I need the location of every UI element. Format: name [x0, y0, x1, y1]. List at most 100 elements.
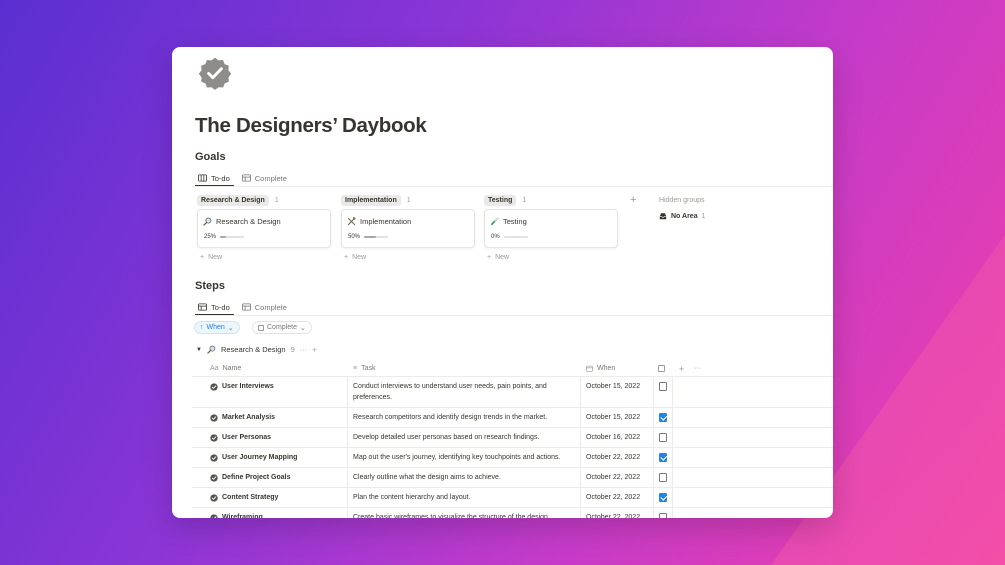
cell-when[interactable]: October 16, 2022: [581, 428, 654, 447]
board-column-header-testing[interactable]: Testing 1: [484, 195, 526, 206]
new-card-button-research[interactable]: + New: [200, 254, 222, 261]
complete-checkbox[interactable]: [659, 513, 667, 518]
cell-complete: [654, 408, 673, 427]
lines-icon: ≡: [353, 365, 358, 372]
goal-card-testing[interactable]: Testing 0%: [484, 209, 618, 248]
card-title-row: Research & Design: [203, 217, 281, 226]
cell-when[interactable]: October 22, 2022: [581, 508, 654, 518]
cell-name[interactable]: Market Analysis: [192, 408, 348, 427]
cell-task[interactable]: Clearly outline what the design aims to …: [348, 468, 581, 487]
progress-bar: [220, 236, 245, 238]
verified-badge-icon[interactable]: [198, 56, 232, 90]
table-icon: [241, 174, 251, 182]
hidden-group-no-area[interactable]: No Area 1: [659, 212, 706, 220]
cell-task[interactable]: Conduct interviews to understand user ne…: [348, 377, 581, 407]
cell-when[interactable]: October 22, 2022: [581, 488, 654, 507]
tab-goals-complete[interactable]: Complete: [238, 171, 291, 185]
board-column-header-research[interactable]: Research & Design 1: [197, 195, 279, 206]
cell-task[interactable]: Develop detailed user personas based on …: [348, 428, 581, 447]
tab-goals-todo[interactable]: To-do: [194, 171, 234, 185]
goal-card-implementation[interactable]: Implementation 50%: [341, 209, 475, 248]
column-header-when[interactable]: When: [581, 361, 654, 376]
new-card-button-testing[interactable]: + New: [487, 254, 509, 261]
cell-empty: [673, 377, 833, 407]
progress-bar: [503, 236, 528, 238]
cell-when[interactable]: October 15, 2022: [581, 408, 654, 427]
cell-task[interactable]: Research competitors and identify design…: [348, 408, 581, 427]
goals-heading[interactable]: Goals: [195, 151, 226, 163]
cell-name[interactable]: Content Strategy: [192, 488, 348, 507]
more-icon[interactable]: ···: [694, 365, 701, 372]
tab-steps-todo[interactable]: To-do: [194, 300, 234, 314]
page-title[interactable]: The Designers’ Daybook: [195, 114, 427, 138]
cell-task[interactable]: Create basic wireframes to visualize the…: [348, 508, 581, 518]
add-row-button[interactable]: +: [312, 345, 316, 354]
plus-icon: +: [487, 254, 492, 261]
table-row[interactable]: User Interviews Conduct interviews to und…: [192, 377, 833, 408]
progress-bar: [364, 236, 389, 238]
row-name: User Personas: [222, 434, 272, 441]
filter-complete-button[interactable]: Complete ⌄: [252, 321, 312, 334]
new-label: New: [208, 254, 223, 261]
steps-heading[interactable]: Steps: [195, 280, 225, 292]
add-property-button[interactable]: +: [679, 364, 684, 374]
more-icon[interactable]: ···: [300, 345, 308, 354]
card-title: Testing: [503, 217, 527, 226]
cell-name[interactable]: User Journey Mapping: [192, 448, 348, 467]
complete-checkbox[interactable]: [659, 433, 667, 442]
complete-checkbox[interactable]: [659, 473, 667, 482]
progress-label: 25%: [204, 234, 217, 240]
caret-down-icon[interactable]: ▼: [196, 347, 202, 353]
table-row[interactable]: Market Analysis Research competitors and …: [192, 408, 833, 428]
goal-card-research[interactable]: Research & Design 25%: [197, 209, 331, 248]
table-row[interactable]: Content Strategy Plan the content hierarc…: [192, 488, 833, 508]
column-header-name[interactable]: Aa Name: [192, 361, 348, 376]
checkbox-property-icon: [658, 365, 665, 372]
table-row[interactable]: User Personas Develop detailed user perso…: [192, 428, 833, 448]
card-progress: 25%: [204, 234, 245, 240]
progress-fill: [220, 236, 227, 238]
calendar-icon: [586, 365, 593, 372]
column-count: 1: [522, 197, 527, 204]
complete-checkbox[interactable]: [659, 413, 667, 422]
inbox-icon: [659, 213, 667, 220]
steps-table: Aa Name ≡ Task When + ··· User Interview…: [192, 361, 833, 518]
cell-when[interactable]: October 22, 2022: [581, 468, 654, 487]
complete-checkbox[interactable]: [659, 493, 667, 502]
table-row[interactable]: User Journey Mapping Map out the user's j…: [192, 448, 833, 468]
cell-task[interactable]: Plan the content hierarchy and layout.: [348, 488, 581, 507]
cell-empty: [673, 468, 833, 487]
complete-checkbox[interactable]: [659, 382, 667, 391]
table-row[interactable]: Wireframing Create basic wireframes to vi…: [192, 508, 833, 518]
column-label: Name: [222, 365, 242, 372]
sort-when-button[interactable]: ↑ When ⌄: [194, 321, 240, 334]
divider: [192, 315, 833, 316]
column-header-task[interactable]: ≡ Task: [348, 361, 581, 376]
new-label: New: [495, 254, 510, 261]
progress-fill: [364, 236, 377, 238]
add-group-button[interactable]: +: [630, 194, 636, 206]
check-circle-icon: [210, 473, 218, 482]
card-title: Research & Design: [216, 217, 281, 226]
cell-task[interactable]: Map out the user's journey, identifying …: [348, 448, 581, 467]
card-title-row: Testing: [490, 217, 527, 226]
cell-when[interactable]: October 22, 2022: [581, 448, 654, 467]
table-row[interactable]: Define Project Goals Clearly outline what…: [192, 468, 833, 488]
column-header-complete[interactable]: [654, 361, 673, 376]
cell-empty: [673, 508, 833, 518]
tab-steps-complete[interactable]: Complete: [238, 300, 291, 314]
new-card-button-implementation[interactable]: + New: [344, 254, 366, 261]
cell-name[interactable]: User Personas: [192, 428, 348, 447]
board-column-header-implementation[interactable]: Implementation 1: [341, 195, 411, 206]
cell-when[interactable]: October 15, 2022: [581, 377, 654, 407]
tab-label: To-do: [211, 302, 230, 312]
group-count: 9: [290, 345, 295, 354]
cell-name[interactable]: Wireframing: [192, 508, 348, 518]
group-header-research[interactable]: ▼ Research & Design 9 ··· +: [196, 345, 317, 354]
complete-checkbox[interactable]: [659, 453, 667, 462]
tab-label: Complete: [254, 173, 287, 183]
cell-name[interactable]: User Interviews: [192, 377, 348, 407]
cell-complete: [654, 448, 673, 467]
cell-name[interactable]: Define Project Goals: [192, 468, 348, 487]
cell-empty: [673, 408, 833, 427]
